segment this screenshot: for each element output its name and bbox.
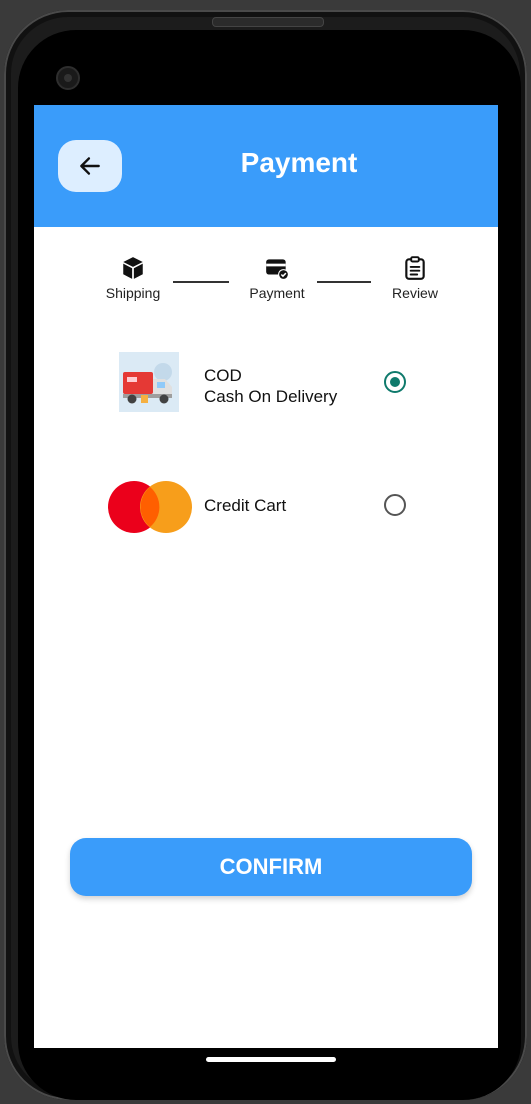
confirm-button[interactable]: CONFIRM xyxy=(70,838,472,896)
delivery-truck-image xyxy=(119,352,179,417)
checkout-stepper: Shipping Payment Review xyxy=(34,255,498,315)
credit-radio[interactable] xyxy=(384,494,406,516)
step-connector xyxy=(317,281,371,283)
front-camera xyxy=(56,66,80,90)
box-icon xyxy=(123,257,143,279)
step-label: Review xyxy=(392,285,438,301)
cod-radio[interactable] xyxy=(384,371,406,393)
step-connector xyxy=(173,281,229,283)
arrow-left-icon xyxy=(80,157,100,175)
payment-method-subtitle: Cash On Delivery xyxy=(204,387,338,406)
payment-option-credit[interactable]: Credit Cart xyxy=(34,475,498,545)
step-payment[interactable]: Payment xyxy=(237,255,317,301)
home-indicator[interactable] xyxy=(206,1057,336,1062)
app-bar: Payment xyxy=(34,105,498,227)
clipboard-icon xyxy=(405,256,425,280)
step-label: Shipping xyxy=(105,285,161,301)
step-shipping[interactable]: Shipping xyxy=(93,255,173,301)
payment-option-cod[interactable]: COD Cash On Delivery xyxy=(34,345,498,415)
payment-method-title: Credit Cart xyxy=(204,496,287,515)
mastercard-logo xyxy=(108,481,192,538)
credit-card-check-icon xyxy=(266,259,289,280)
step-review[interactable]: Review xyxy=(375,255,455,301)
page-title: Payment xyxy=(240,147,358,178)
app-screen: Payment Shipping Payment Review COD Cash… xyxy=(34,105,498,1048)
speaker-grille xyxy=(212,17,324,27)
back-button[interactable] xyxy=(58,140,122,192)
step-label: Payment xyxy=(249,285,305,301)
payment-method-title: COD xyxy=(204,366,242,385)
payment-option-text: COD Cash On Delivery xyxy=(204,365,337,407)
